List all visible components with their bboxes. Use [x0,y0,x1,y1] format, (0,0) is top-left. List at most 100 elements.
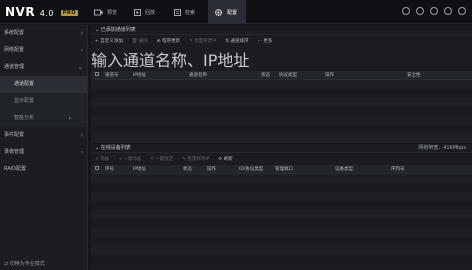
sidebar-item-network[interactable]: 网络配置 › [0,42,87,59]
table-row [91,255,472,264]
batch-ip-button[interactable]: ✎ 批量修改IP [189,38,216,44]
device-toolbar: + 添加 + 一键添加 ⚲ 一键激活 ✎ 批量修改IP ⟳ 刷新 [91,153,472,165]
sidebar-subitem-label: 通道配置 [14,81,35,87]
table-row [91,89,472,98]
button-label: 更多 [263,39,273,44]
table-row [91,134,472,143]
channel-table-body [91,80,472,143]
playback-icon [134,8,141,16]
column-header[interactable]: IP地址 [133,166,183,172]
tab-search[interactable]: 检索 [168,0,206,24]
chevron-right-icon: › [80,132,83,139]
table-row [91,107,472,116]
one-click-add-button[interactable]: + 一键添加 [118,156,141,162]
table-row [91,98,472,107]
tab-playback[interactable]: 回放 [128,0,166,24]
panel-title-text: 已添加通道列表 [100,27,136,33]
button-label: 一键激活 [155,157,174,162]
batch-ip-button[interactable]: ✎ 批量修改IP [182,156,209,162]
column-header[interactable]: 状态 [261,72,279,78]
column-header[interactable]: 安全性 [407,72,421,78]
tab-config[interactable]: 配置 [208,0,246,24]
menu-icon[interactable] [458,7,466,15]
refresh-button[interactable]: ⟳ 刷新 [218,156,232,162]
column-header[interactable]: IP地址 [133,72,189,78]
user-icon[interactable] [430,7,438,15]
panel-title: ⌄ 已添加通道列表 [91,26,472,35]
tab-search-label: 检索 [185,9,196,16]
sidebar-subitem-smart[interactable]: 智能分析 › [0,110,87,127]
button-label: 批量修改IP [187,157,210,162]
edition-badge: PRO [60,10,78,16]
add-button[interactable]: + 添加 [95,156,109,162]
table-row [91,210,472,219]
select-all-checkbox[interactable] [91,72,105,78]
table-row [91,125,472,134]
column-header[interactable]: 设备类型 [335,166,391,172]
added-channels-panel: ⌄ 已添加通道列表 + 自定义添加 🗑 删除 ⊕ 程序更新 ✎ 批量修改IP ⇅… [91,26,472,143]
column-header[interactable]: 协议类型 [279,72,325,78]
select-all-checkbox[interactable] [91,166,105,172]
tab-config-label: 配置 [227,9,238,16]
button-label: 删除 [138,39,148,44]
tab-preview[interactable]: 预览 [88,0,126,24]
table-row [91,228,472,237]
table-row [91,80,472,89]
chevron-right-icon: › [80,47,83,54]
column-header[interactable]: 序列号 [391,166,405,172]
device-table-body [91,174,472,264]
sidebar-item-record[interactable]: 录像管理 › [0,144,87,161]
top-right-icons [396,7,466,15]
sidebar-subitem-channel-config[interactable]: 通道配置 [0,76,87,93]
button-label: 添加 [100,157,110,162]
main-nav: 预览 回放 检索 配置 [88,0,248,24]
table-row [91,116,472,125]
table-row [91,219,472,228]
column-header[interactable]: ID/协议类型 [239,166,275,172]
tab-preview-label: 预览 [107,9,118,16]
channel-toolbar: + 自定义添加 🗑 删除 ⊕ 程序更新 ✎ 批量修改IP ⇅ 通道排序 ⋯ 更多 [91,35,472,47]
app-logo: NVR 4.0 PRO [5,5,78,19]
sidebar-subitem-label: 显示配置 [14,98,35,104]
one-click-activate-button[interactable]: ⚲ 一键激活 [150,156,173,162]
button-label: 一键添加 [123,157,142,162]
sidebar-subitem-display[interactable]: 显示配置 [0,93,87,110]
table-row [91,246,472,255]
custom-add-button[interactable]: + 自定义添加 [95,38,123,44]
column-header[interactable]: 通道名称 [189,72,261,78]
chevron-right-icon: › [80,149,83,156]
chevron-right-icon: › [80,30,83,37]
sidebar-item-label: RAID配置 [4,166,27,172]
button-label: 程序更新 [162,39,181,44]
column-header[interactable]: 序号 [105,166,133,172]
power-icon[interactable] [444,7,452,15]
sidebar-item-channel[interactable]: 通道管理 ⌄ [0,59,87,76]
info-icon[interactable] [402,7,410,15]
sidebar-item-system[interactable]: 系统配置 › [0,25,87,42]
button-label: 自定义添加 [100,39,123,44]
sidebar-item-raid[interactable]: RAID配置 [0,161,87,178]
tab-playback-label: 回放 [145,9,156,16]
update-button[interactable]: ⊕ 程序更新 [157,38,180,44]
column-header[interactable]: 通道号 [105,72,133,78]
switch-mode-link[interactable]: ⇄ 切换为专业模式 [4,260,45,267]
table-row [91,174,472,183]
sidebar-item-label: 系统配置 [4,30,25,36]
button-label: 通道排序 [230,39,249,44]
sidebar-item-label: 录像管理 [4,149,25,155]
column-header[interactable]: 操作 [207,166,239,172]
delete-button[interactable]: 🗑 删除 [132,38,148,44]
channel-search-input[interactable]: 输入通道名称、IP地址 [91,47,472,71]
version-text: 4.0 [39,9,54,18]
table-row [91,192,472,201]
more-button[interactable]: ⋯ 更多 [258,38,273,44]
column-header[interactable]: 状态 [183,166,207,172]
column-header[interactable]: 管理端口 [275,166,335,172]
column-header[interactable]: 操作 [325,72,407,78]
channel-table-header: 通道号 IP地址 通道名称 状态 协议类型 操作 安全性 [91,71,472,80]
table-row [91,201,472,210]
top-bar: NVR 4.0 PRO 预览 回放 检索 配置 [0,0,472,24]
alarm-icon[interactable] [416,7,424,15]
sort-button[interactable]: ⇅ 通道排序 [225,38,248,44]
sidebar-item-event[interactable]: 事件配置 › [0,127,87,144]
